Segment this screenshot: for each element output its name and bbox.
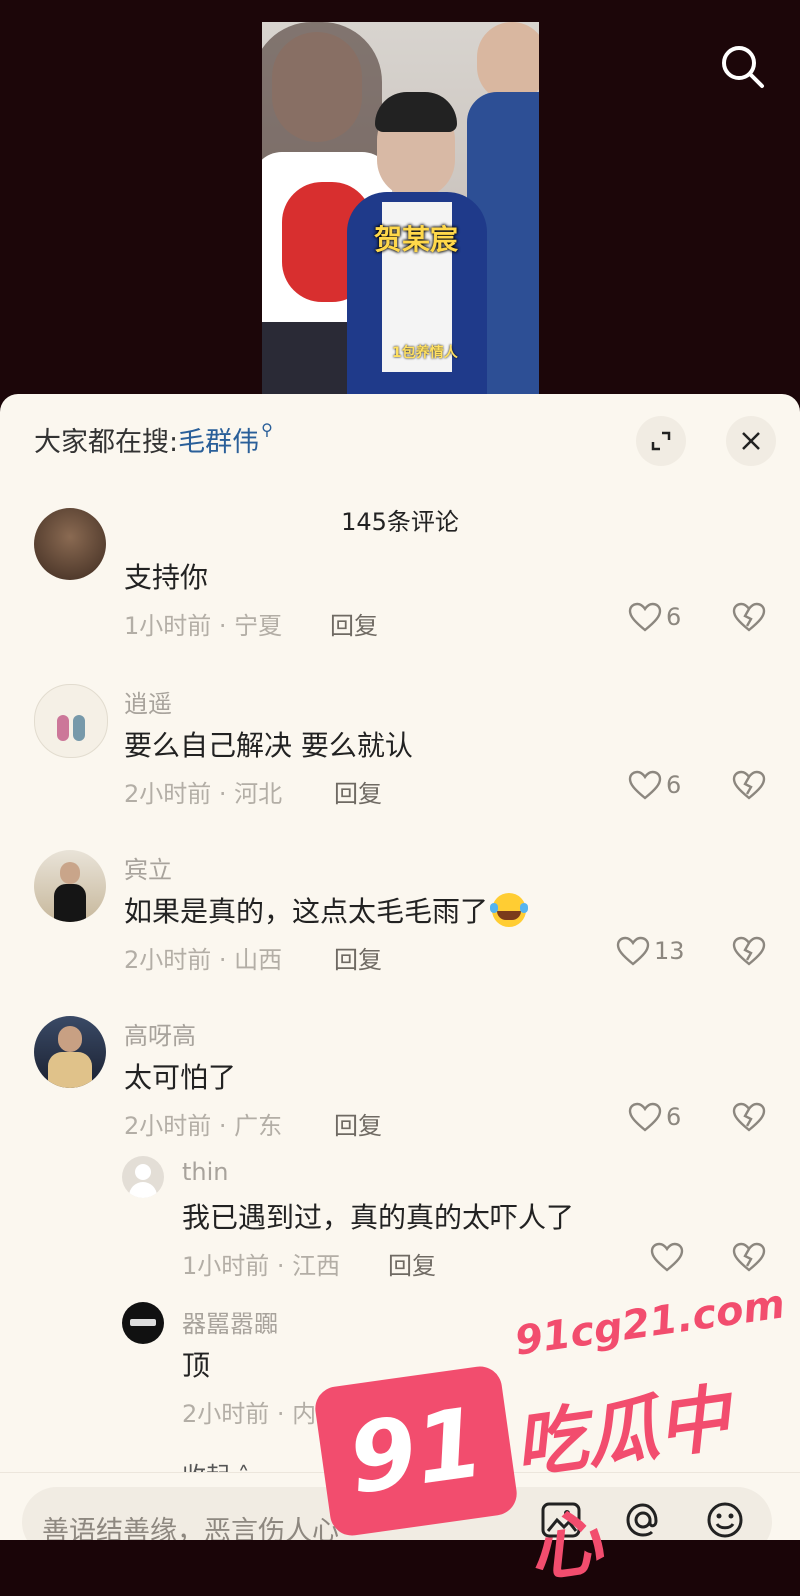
watermark-number: 91 xyxy=(342,1386,490,1516)
reply-button[interactable]: 回复 xyxy=(334,774,382,809)
video-caption-small: 1包养情人 xyxy=(392,345,458,361)
dislike-button[interactable] xyxy=(732,1242,766,1276)
close-icon xyxy=(742,432,760,450)
comment-item: 逍遥 要么自己解决 要么就认 2小时前 · 河北 回复 6 xyxy=(0,682,800,822)
comment-username[interactable]: 宾立 xyxy=(124,850,172,885)
heart-icon xyxy=(628,770,662,800)
dislike-button[interactable] xyxy=(732,770,766,804)
reply-button[interactable]: 回复 xyxy=(330,606,378,641)
broken-heart-icon xyxy=(732,770,766,800)
reply-button[interactable]: 回复 xyxy=(388,1246,436,1281)
heart-icon xyxy=(650,1242,684,1272)
trending-prefix: 大家都在搜: xyxy=(34,427,179,458)
video-frame[interactable]: 贺某宸 1包养情人 xyxy=(262,22,539,394)
avatar[interactable] xyxy=(34,508,106,580)
trending-search[interactable]: 大家都在搜:毛群伟 ⚲ xyxy=(34,420,273,459)
reply-item: thin 我已遇到过，真的真的太吓人了 1小时前 · 江西 回复 xyxy=(0,1154,800,1294)
comment-text: 如果是真的，这点太毛毛雨了 xyxy=(124,890,529,930)
dislike-button[interactable] xyxy=(732,936,766,970)
comment-meta: 2小时前 · 山西 xyxy=(124,946,283,974)
broken-heart-icon xyxy=(732,602,766,632)
avatar-default[interactable] xyxy=(122,1156,164,1198)
comment-meta: 2小时前 · 河北 xyxy=(124,780,283,808)
dislike-button[interactable] xyxy=(732,1102,766,1136)
like-button[interactable]: 6 xyxy=(628,602,681,632)
trending-keyword[interactable]: 毛群伟 xyxy=(178,427,259,458)
comment-input-placeholder: 善语结善缘，恶言伤人心 xyxy=(42,1516,339,1540)
comment-text: 要么自己解决 要么就认 xyxy=(124,729,413,762)
comment-meta: 1小时前 · 宁夏 xyxy=(124,612,283,640)
avatar[interactable] xyxy=(34,1016,106,1088)
avatar[interactable] xyxy=(122,1302,164,1344)
broken-heart-icon xyxy=(732,1242,766,1272)
broken-heart-icon xyxy=(732,936,766,966)
like-count: 6 xyxy=(666,603,682,631)
like-count: 6 xyxy=(666,771,682,799)
comment-count: 145条评论 xyxy=(341,508,459,536)
reply-username[interactable]: thin xyxy=(182,1158,229,1186)
search-small-icon: ⚲ xyxy=(261,420,273,439)
laughing-tears-emoji-icon xyxy=(490,893,529,927)
dislike-button[interactable] xyxy=(732,602,766,636)
reply-username[interactable]: 器嚚嚣嚻 xyxy=(182,1304,278,1339)
like-button[interactable] xyxy=(650,1242,684,1272)
avatar[interactable] xyxy=(34,684,108,758)
comment-username[interactable]: 高呀高 xyxy=(124,1016,196,1051)
comment-item: 高呀高 太可怕了 2小时前 · 广东 回复 6 xyxy=(0,1014,800,1154)
search-icon xyxy=(722,46,764,88)
reply-button[interactable]: 回复 xyxy=(334,1106,382,1141)
search-button[interactable] xyxy=(718,42,766,90)
reply-text: 我已遇到过，真的真的太吓人了 xyxy=(182,1201,575,1234)
comment-username[interactable]: 逍遥 xyxy=(124,684,172,719)
video-caption-name: 贺某宸 xyxy=(374,223,459,256)
reply-button[interactable]: 回复 xyxy=(334,940,382,975)
like-button[interactable]: 6 xyxy=(628,1102,681,1132)
watermark-logo: 91 xyxy=(312,1363,520,1539)
expand-button[interactable] xyxy=(636,416,686,466)
close-button[interactable] xyxy=(726,416,776,466)
comment-text: 支持你 xyxy=(124,561,209,594)
comment-item: 支持你 1小时前 · 宁夏 回复 6 xyxy=(0,508,800,654)
video-player[interactable]: 贺某宸 1包养情人 xyxy=(0,0,800,400)
heart-icon xyxy=(628,602,662,632)
comment-meta: 2小时前 · 广东 xyxy=(124,1112,283,1140)
like-count: 13 xyxy=(654,937,685,965)
heart-icon xyxy=(616,936,650,966)
like-button[interactable]: 13 xyxy=(616,936,685,966)
reply-meta: 1小时前 · 江西 xyxy=(182,1252,341,1280)
comment-item: 宾立 如果是真的，这点太毛毛雨了 2小时前 · 山西 回复 13 xyxy=(0,848,800,988)
broken-heart-icon xyxy=(732,1102,766,1132)
like-button[interactable]: 6 xyxy=(628,770,681,800)
comment-text-body: 如果是真的，这点太毛毛雨了 xyxy=(124,895,489,928)
reply-text: 顶 xyxy=(182,1349,211,1382)
comment-text: 太可怕了 xyxy=(124,1061,237,1094)
watermark-text: 吃瓜中心 xyxy=(509,1375,735,1593)
heart-icon xyxy=(628,1102,662,1132)
expand-icon xyxy=(651,431,671,451)
avatar[interactable] xyxy=(34,850,106,922)
like-count: 6 xyxy=(666,1103,682,1131)
